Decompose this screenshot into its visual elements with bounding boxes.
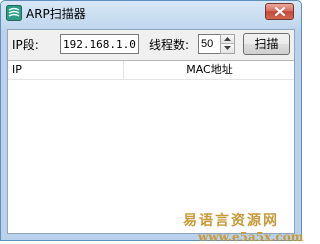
- client-area: IP段: 线程数: 扫描 IP MAC地址 易语言资源网 www.e5a5x.c…: [7, 29, 303, 244]
- spin-up-button[interactable]: [221, 35, 234, 44]
- ip-range-input[interactable]: [60, 34, 139, 54]
- list-header: IP MAC地址: [8, 61, 294, 80]
- chevron-down-icon: [224, 46, 231, 50]
- ip-range-label: IP段:: [12, 38, 39, 52]
- title-bar[interactable]: ARP扫描器: [1, 1, 301, 27]
- watermark-url: www.e5a5x.com: [198, 230, 304, 244]
- chevron-up-icon: [224, 37, 231, 41]
- window-title: ARP扫描器: [26, 7, 86, 21]
- thread-count-label: 线程数:: [149, 38, 190, 52]
- column-header-ip[interactable]: IP: [8, 61, 124, 79]
- results-list[interactable]: IP MAC地址: [8, 60, 294, 233]
- spin-down-button[interactable]: [221, 44, 234, 53]
- close-icon: [275, 7, 285, 16]
- app-window: ARP扫描器 IP段: 线程数: 扫描 IP MAC地址 易语言资源: [0, 0, 303, 244]
- column-header-mac[interactable]: MAC地址: [125, 61, 294, 79]
- app-icon: [6, 5, 22, 21]
- close-button[interactable]: [265, 3, 294, 20]
- watermark-site-name: 易语言资源网: [183, 213, 279, 229]
- scan-button[interactable]: 扫描: [243, 33, 290, 55]
- thread-count-input[interactable]: [198, 34, 220, 54]
- thread-count-spinner: [220, 34, 235, 54]
